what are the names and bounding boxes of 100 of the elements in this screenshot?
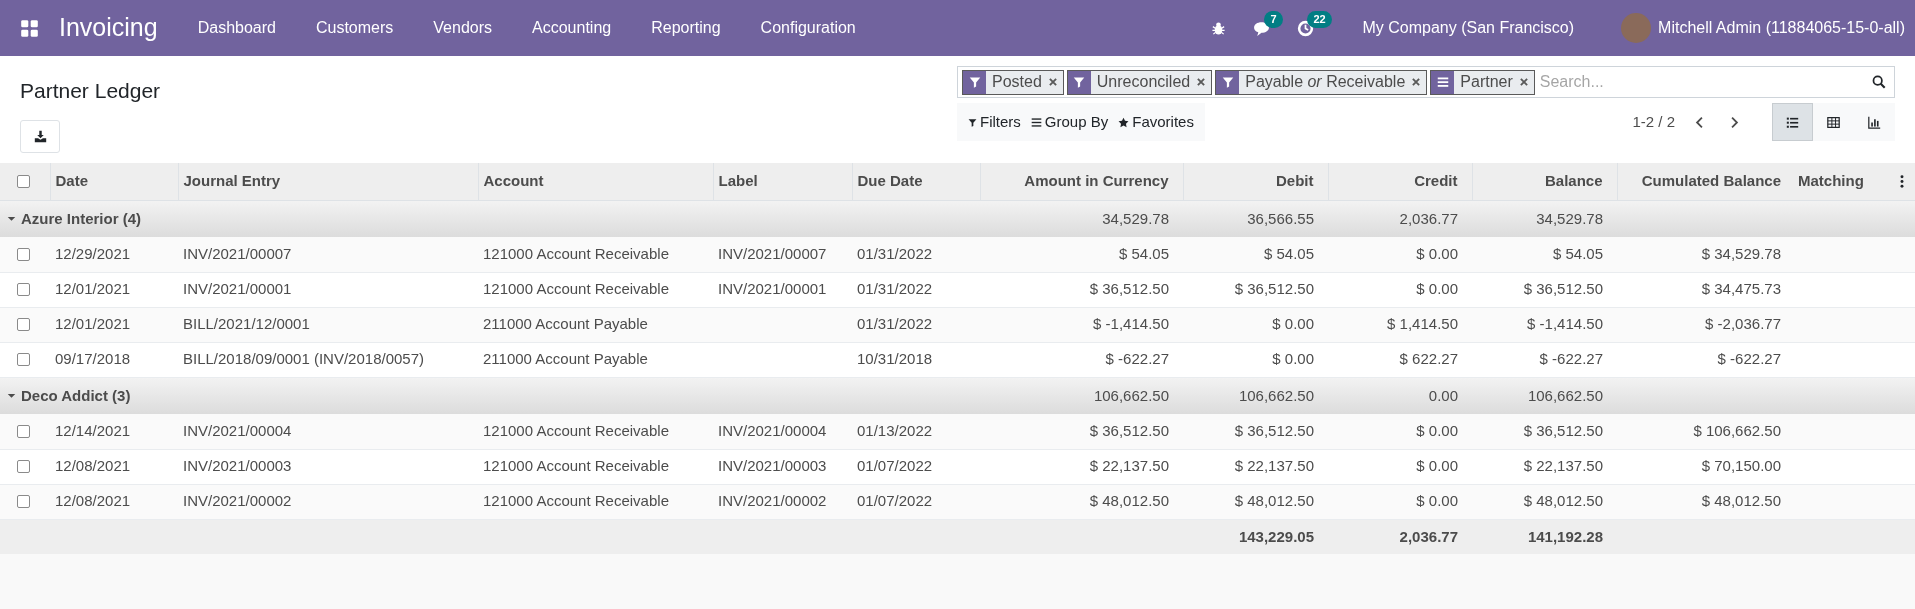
view-switch-button[interactable] <box>1772 103 1813 141</box>
menu-item[interactable]: Dashboard <box>177 16 296 40</box>
user-menu[interactable]: Mitchell Admin (11884065-15-0-all) <box>1658 16 1905 40</box>
column-header[interactable]: Label <box>713 163 852 200</box>
dropdown-toggle[interactable]: Filters <box>963 110 1026 134</box>
filter-icon <box>968 117 977 127</box>
table-cell: 01/07/2022 <box>857 492 933 510</box>
search-icon[interactable] <box>1872 75 1886 89</box>
row-checkbox[interactable] <box>17 460 30 473</box>
remove-icon[interactable] <box>1196 77 1207 87</box>
table-cell: INV/2021/00004 <box>718 422 827 439</box>
caret-icon <box>7 214 16 224</box>
facet-label: Partner <box>1459 72 1514 92</box>
table-cell: INV/2021/00002 <box>183 492 292 510</box>
column-header[interactable]: Account <box>478 163 713 200</box>
more-options-icon[interactable] <box>1900 174 1904 188</box>
table-cell: $ 0.00 <box>1328 272 1472 307</box>
search-facet[interactable]: Unreconciled <box>1066 69 1213 95</box>
table-cell: $ 0.00 <box>1183 342 1328 377</box>
column-header[interactable]: Date <box>50 163 178 200</box>
company-switcher[interactable]: My Company (San Francisco) <box>1362 16 1575 40</box>
facet-label: Posted <box>991 72 1043 92</box>
table-cell: $ 54.05 <box>1472 237 1617 272</box>
table-cell: 12/01/2021 <box>55 280 131 298</box>
group-total: 0.00 <box>1328 377 1472 414</box>
dropdown-toggle[interactable]: Favorites <box>1113 110 1199 134</box>
table-cell: 121000 Account Receivable <box>483 492 669 510</box>
column-header[interactable]: Amount in Currency <box>980 163 1183 200</box>
column-header[interactable]: Matching <box>1795 163 1900 200</box>
row-checkbox[interactable] <box>17 353 30 366</box>
table-cell: 121000 Account Receivable <box>483 422 669 439</box>
table-cell: INV/2021/00002 <box>718 492 827 510</box>
table-cell: INV/2021/00001 <box>718 280 827 298</box>
download-icon <box>33 130 47 143</box>
table-cell: $ -622.27 <box>1472 342 1617 377</box>
menu-item[interactable]: Reporting <box>631 16 741 40</box>
remove-icon[interactable] <box>1518 77 1529 87</box>
list-icon <box>1030 116 1042 128</box>
table-cell: $ -622.27 <box>980 342 1183 377</box>
column-header[interactable]: Journal Entry <box>178 163 478 200</box>
table-cell: 09/17/2018 <box>55 350 131 368</box>
table-cell: INV/2021/00007 <box>718 245 827 262</box>
facet-label: Unreconciled <box>1095 72 1192 92</box>
column-header[interactable]: Cumulated Balance <box>1617 163 1795 200</box>
menu-item[interactable]: Accounting <box>512 16 632 40</box>
table-cell: INV/2021/00004 <box>183 422 292 439</box>
group-total: 36,566.55 <box>1183 200 1328 237</box>
table-cell: $ 22,137.50 <box>1472 449 1617 484</box>
row-checkbox[interactable] <box>17 174 30 188</box>
list-view-icon <box>1786 115 1799 129</box>
group-total: 106,662.50 <box>1183 377 1328 414</box>
group-header[interactable]: Azure Interior (4) <box>7 207 141 231</box>
table-cell: 211000 Account Payable <box>483 350 648 368</box>
table-cell: $ -2,036.77 <box>1617 307 1795 342</box>
clock-icon[interactable] <box>1297 19 1315 37</box>
table-cell: $ -1,414.50 <box>980 307 1183 342</box>
menu-item[interactable]: Vendors <box>413 16 513 40</box>
search-facet[interactable]: Partner <box>1430 69 1535 95</box>
remove-icon[interactable] <box>1047 77 1058 87</box>
group-total: 34,529.78 <box>980 200 1183 237</box>
message-count-badge: 7 <box>1264 10 1283 28</box>
column-header[interactable]: Due Date <box>852 163 980 200</box>
group-header[interactable]: Deco Addict (3) <box>7 384 131 408</box>
row-checkbox[interactable] <box>17 495 30 508</box>
search-facet[interactable]: Posted <box>962 69 1064 95</box>
total-value: 2,036.77 <box>1328 519 1472 554</box>
download-button[interactable] <box>20 120 60 153</box>
column-header[interactable]: Debit <box>1183 163 1328 200</box>
table-cell: $ 36,512.50 <box>1472 272 1617 307</box>
row-checkbox[interactable] <box>17 247 30 261</box>
table-cell: 121000 Account Receivable <box>483 457 669 475</box>
chat-icon[interactable] <box>1252 19 1272 37</box>
table-cell: $ 70,150.00 <box>1617 449 1795 484</box>
menu-item[interactable]: Customers <box>295 16 414 40</box>
app-name[interactable]: Invoicing <box>59 9 158 47</box>
filter-icon <box>968 76 981 88</box>
row-checkbox[interactable] <box>17 318 30 331</box>
table-cell: $ 36,512.50 <box>980 414 1183 449</box>
bug-icon[interactable] <box>1211 20 1227 36</box>
row-checkbox[interactable] <box>17 424 30 438</box>
dropdown-toggle[interactable]: Group By <box>1025 110 1114 134</box>
apps-menu-icon[interactable] <box>20 18 39 38</box>
table-cell: $ 48,012.50 <box>1472 484 1617 519</box>
bar-chart-icon <box>1868 115 1881 129</box>
search-bar[interactable]: Posted Unreconciled Payable or Receivable Partner Search... <box>957 66 1895 98</box>
table-cell: INV/2021/00007 <box>183 245 292 262</box>
table-cell: 121000 Account Receivable <box>483 280 669 298</box>
activity-count-badge: 22 <box>1307 10 1332 28</box>
group-total: 2,036.77 <box>1328 200 1472 237</box>
table-cell: $ 0.00 <box>1328 414 1472 449</box>
table-cell: 12/08/2021 <box>55 457 131 475</box>
menu-item[interactable]: Configuration <box>740 16 876 40</box>
remove-icon[interactable] <box>1411 77 1422 87</box>
search-facet[interactable]: Payable or Receivable <box>1215 69 1428 95</box>
pager-value[interactable]: 1-2 / 2 <box>1632 110 1675 134</box>
column-header[interactable]: Credit <box>1328 163 1472 200</box>
table-cell: $ -1,414.50 <box>1472 307 1617 342</box>
page-title: Partner Ledger <box>20 78 162 104</box>
row-checkbox[interactable] <box>17 283 30 296</box>
column-header[interactable]: Balance <box>1472 163 1617 200</box>
